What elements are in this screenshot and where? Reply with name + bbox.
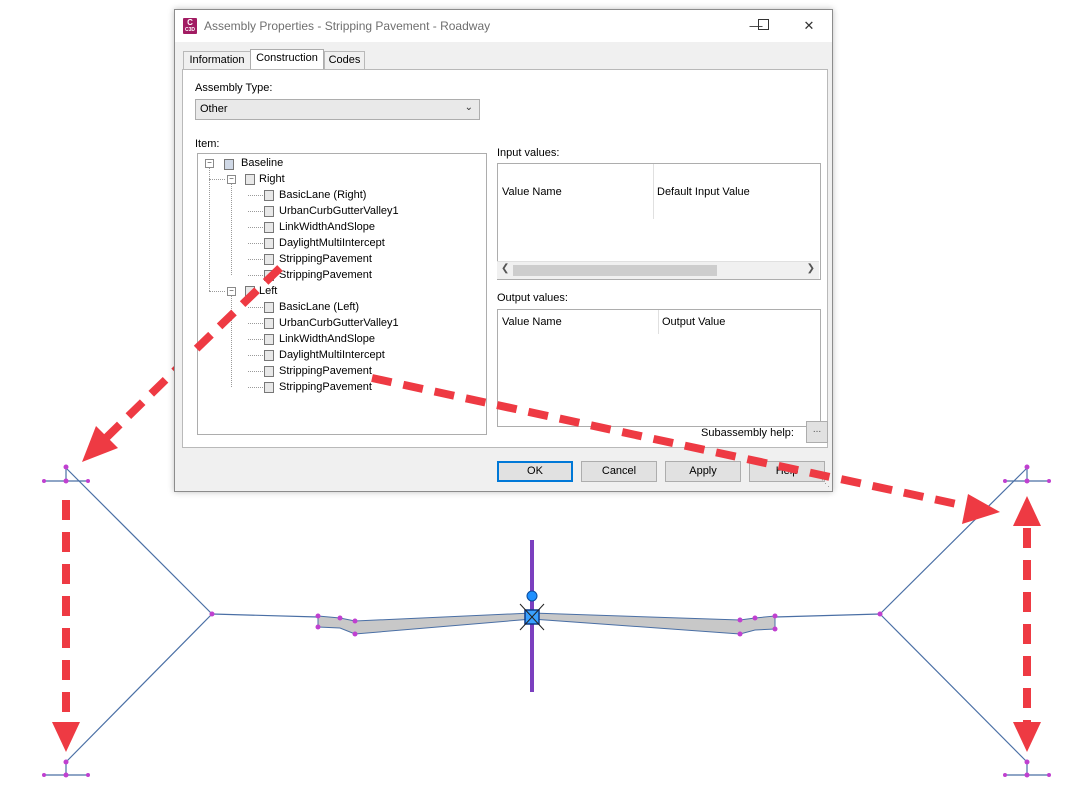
scroll-right-icon[interactable]: ❯ [807,263,815,274]
apply-button[interactable]: Apply [665,461,741,482]
tree-connector [248,307,263,308]
subassembly-icon [264,222,274,233]
tree-node-right-item[interactable]: UrbanCurbGutterValley1 [279,205,399,217]
column-separator [653,164,654,219]
tree-connector [231,182,232,275]
title-bar[interactable]: C C3D Assembly Properties - Stripping Pav… [175,10,832,42]
tree-node-left-item[interactable]: UrbanCurbGutterValley1 [279,317,399,329]
maximize-icon[interactable] [751,14,773,34]
baseline-icon [224,159,234,170]
tree-connector [248,323,263,324]
subassembly-icon [264,270,274,281]
tree-connector [248,275,263,276]
output-col-output-value[interactable]: Output Value [662,316,725,328]
tree-connector [209,166,210,291]
output-values-label: Output values: [497,292,568,304]
tree-connector [248,355,263,356]
tree-connector [209,291,225,292]
ok-button[interactable]: OK [497,461,573,482]
tree-connector [248,211,263,212]
subassembly-icon [264,366,274,377]
left-lane-pavement [317,612,533,635]
tree-node-right[interactable]: Right [259,173,285,185]
subassembly-icon [264,254,274,265]
tree-connector [248,371,263,372]
tree-node-right-item[interactable]: BasicLane (Right) [279,189,366,201]
cancel-button[interactable]: Cancel [581,461,657,482]
close-icon[interactable]: ✕ [798,16,820,36]
scrollbar-thumb[interactable] [513,265,717,276]
collapse-baseline-icon[interactable]: − [205,159,214,168]
assembly-type-select[interactable]: Other ⌄ [195,99,480,120]
input-col-value-name[interactable]: Value Name [502,186,562,198]
input-values-scrollbar[interactable]: ❮ ❯ [497,261,819,279]
tree-node-left-item[interactable]: StrippingPavement [279,381,372,393]
tree-connector [248,339,263,340]
window-title: Assembly Properties - Stripping Pavement… [204,19,491,33]
construction-panel: Assembly Type: Other ⌄ Item: − Baseline … [182,69,828,448]
assembly-properties-dialog: C C3D Assembly Properties - Stripping Pav… [174,9,833,492]
tree-node-right-item[interactable]: StrippingPavement [279,269,372,281]
civil3d-app-icon: C C3D [183,18,197,34]
subassembly-icon [264,206,274,217]
tab-codes[interactable]: Codes [324,51,365,69]
tree-node-left-item[interactable]: LinkWidthAndSlope [279,333,375,345]
output-col-value-name[interactable]: Value Name [502,316,562,328]
subassembly-icon [264,350,274,361]
subassembly-icon [264,238,274,249]
assembly-type-label: Assembly Type: [195,82,273,94]
tree-node-left-item[interactable]: DaylightMultiIntercept [279,349,385,361]
collapse-left-icon[interactable]: − [227,287,236,296]
chevron-down-icon: ⌄ [464,102,473,113]
tree-node-right-item[interactable]: StrippingPavement [279,253,372,265]
collapse-right-icon[interactable]: − [227,175,236,184]
assembly-type-value: Other [200,103,228,115]
tree-connector [231,294,232,387]
tab-information[interactable]: Information [183,51,251,69]
column-separator [658,310,659,334]
tree-connector [248,227,263,228]
tree-node-left-item[interactable]: BasicLane (Left) [279,301,359,313]
subassembly-help-button[interactable]: ... [806,421,828,443]
tree-node-left-item[interactable]: StrippingPavement [279,365,372,377]
tree-node-right-item[interactable]: DaylightMultiIntercept [279,237,385,249]
tree-node-baseline[interactable]: Baseline [241,157,283,169]
tree-connector [209,179,225,180]
tree-connector [248,387,263,388]
point-markers [42,464,1051,778]
subassembly-help-label: Subassembly help: [701,427,794,439]
subassembly-icon [264,334,274,345]
scroll-left-icon[interactable]: ❮ [501,263,509,274]
tree-node-left[interactable]: Left [259,285,277,297]
subassembly-icon [264,302,274,313]
subassembly-icon [264,382,274,393]
baseline-grip[interactable] [526,590,538,602]
tree-connector [248,259,263,260]
output-values-grid[interactable]: Value Name Output Value [497,309,821,427]
item-tree[interactable]: − Baseline − Right BasicLane (Right) Urb… [197,153,487,435]
group-icon [245,286,255,297]
tree-connector [248,195,263,196]
left-daylight [65,466,319,776]
tree-node-right-item[interactable]: LinkWidthAndSlope [279,221,375,233]
group-icon [245,174,255,185]
input-col-default-value[interactable]: Default Input Value [657,186,750,198]
subassembly-icon [264,318,274,329]
subassembly-icon [264,190,274,201]
right-lane-pavement [531,612,776,635]
item-label: Item: [195,138,220,150]
tree-connector [248,243,263,244]
tab-construction[interactable]: Construction [250,49,324,70]
help-button[interactable]: Help [749,461,825,482]
resize-grip-icon[interactable]: ⋱ [821,478,830,489]
input-values-label: Input values: [497,147,560,159]
